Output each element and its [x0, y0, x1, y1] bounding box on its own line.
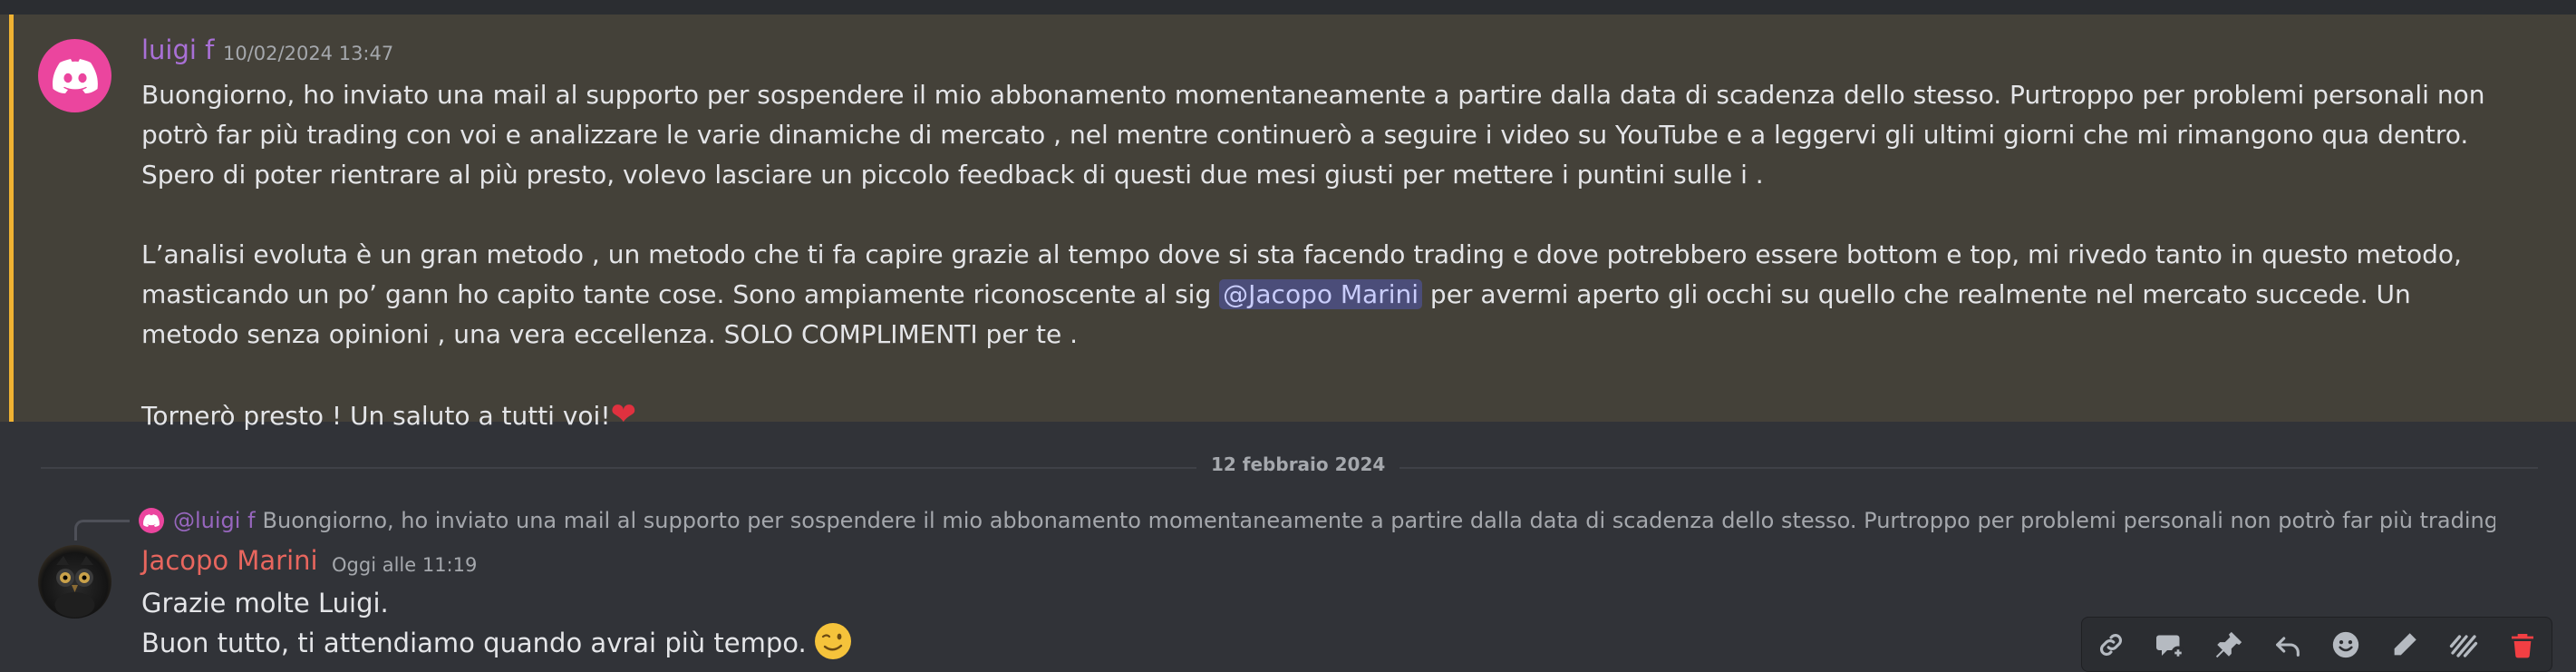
paragraph-1: Buongiorno, ho inviato una mail al suppo…: [141, 80, 2485, 190]
add-reaction-icon[interactable]: [2326, 625, 2366, 665]
delete-icon[interactable]: [2503, 625, 2542, 665]
highlight-bar: [9, 15, 14, 422]
heart-emoji-icon[interactable]: ❤: [611, 396, 637, 433]
message-timestamp[interactable]: Oggi alle 11:19: [332, 554, 477, 576]
user-mention[interactable]: @Jacopo Marini: [1219, 279, 1423, 309]
message-content: Grazie molte Luigi. Buon tutto, ti atten…: [141, 583, 851, 663]
discord-logo-icon: [52, 58, 98, 93]
discord-logo-icon: [143, 514, 160, 527]
message-actions-toolbar: [2081, 617, 2552, 672]
avatar[interactable]: [38, 545, 111, 618]
message-line-2: Buon tutto, ti attendiamo quando avrai p…: [141, 623, 851, 663]
wink-emoji-icon[interactable]: [814, 623, 851, 659]
link-icon[interactable]: [2091, 625, 2131, 665]
reply-text: Buongiorno, ho inviato una mail al suppo…: [262, 508, 2495, 533]
reply-author[interactable]: @luigi f: [173, 508, 256, 533]
message-luigi[interactable]: luigi f 10/02/2024 13:47 Buongiorno, ho …: [0, 15, 2576, 433]
author-name[interactable]: luigi f: [141, 34, 214, 65]
message-line-1: Grazie molte Luigi.: [141, 588, 389, 618]
paragraph-2: L’analisi evoluta è un gran metodo , un …: [141, 239, 2462, 349]
previous-message-edge: [0, 0, 2576, 15]
pin-icon[interactable]: [2209, 625, 2249, 665]
message-content: Buongiorno, ho inviato una mail al suppo…: [141, 75, 2516, 436]
reply-preview[interactable]: @luigi f Buongiorno, ho inviato una mail…: [139, 505, 2495, 536]
message-timestamp[interactable]: 10/02/2024 13:47: [223, 43, 393, 64]
author-name[interactable]: Jacopo Marini: [141, 545, 318, 576]
paragraph-3: Tornerò presto ! Un saluto a tutti voi!❤: [141, 396, 637, 433]
thread-icon[interactable]: [2150, 625, 2190, 665]
mark-unread-icon[interactable]: [2444, 625, 2484, 665]
reply-icon[interactable]: [2268, 625, 2308, 665]
avatar[interactable]: [38, 39, 111, 112]
owl-avatar-icon: [54, 556, 95, 618]
reply-spine: [74, 520, 130, 541]
edit-icon[interactable]: [2385, 625, 2425, 665]
reply-avatar: [139, 508, 164, 533]
date-divider-label: 12 febbraio 2024: [1196, 453, 1400, 475]
